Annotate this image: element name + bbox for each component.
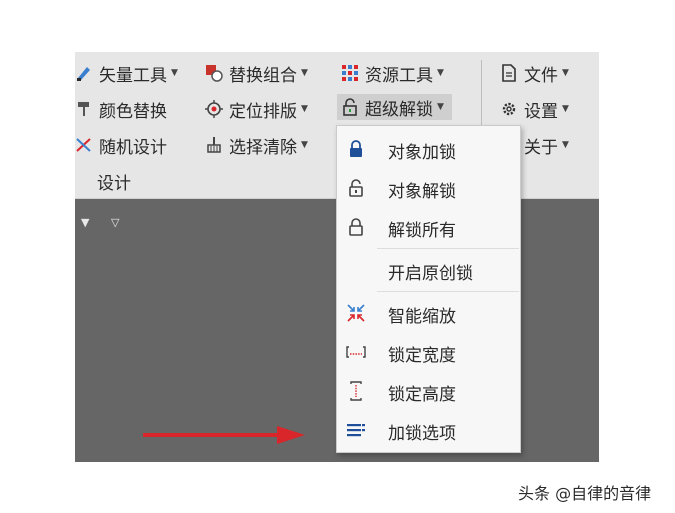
ribbon-button-random-design[interactable]: 随机设计: [75, 132, 167, 158]
lock-height-icon: [346, 381, 366, 401]
file-icon: [500, 64, 518, 82]
chevron-down-icon[interactable]: ▼: [562, 68, 569, 78]
ribbon-label: 定位排版: [229, 101, 297, 122]
chevron-down-icon[interactable]: ▼: [171, 68, 178, 78]
paint-roller-icon: [75, 100, 93, 118]
ribbon-separator: [481, 60, 482, 130]
ribbon-label: 随机设计: [99, 137, 167, 158]
menu-separator: [377, 291, 519, 292]
menu-item-unlock-all[interactable]: 解锁所有: [337, 211, 520, 243]
menu-item-label: 锁定高度: [388, 385, 456, 405]
smart-scale-icon: [346, 303, 366, 323]
menu-item-label: 解锁所有: [388, 221, 456, 241]
menu-item-lock-height[interactable]: 锁定高度: [337, 375, 520, 407]
ribbon-label: 选择清除: [229, 137, 297, 158]
chevron-down-icon[interactable]: ▼: [437, 68, 444, 78]
menu-item-label: 加锁选项: [388, 424, 456, 444]
ribbon-label: 超级解锁: [365, 99, 433, 120]
replace-group-icon: [205, 64, 223, 82]
menu-item-smart-scale[interactable]: 智能缩放: [337, 297, 520, 329]
ribbon-group-label: 设计: [97, 174, 131, 194]
unlock-icon: [341, 98, 359, 116]
menu-item-lock-width[interactable]: 锁定宽度: [337, 336, 520, 368]
menu-item-lock-object[interactable]: 对象加锁: [337, 133, 520, 165]
ribbon-label: 设置: [524, 101, 558, 122]
menu-item-unlock-object[interactable]: 对象解锁: [337, 172, 520, 204]
chevron-down-icon[interactable]: ▼: [301, 68, 308, 78]
collapse-caret-icon[interactable]: ▽: [111, 216, 119, 229]
dropdown-caret-icon[interactable]: ▼: [81, 216, 89, 229]
menu-item-label: 锁定宽度: [388, 346, 456, 366]
ribbon-button-select-clear[interactable]: 选择清除 ▼: [205, 132, 308, 158]
menu-item-enable-original-lock[interactable]: 开启原创锁: [337, 254, 520, 286]
menu-item-lock-options[interactable]: 加锁选项: [337, 414, 520, 446]
chevron-down-icon[interactable]: ▼: [562, 104, 569, 114]
super-unlock-dropdown-menu: 对象加锁 对象解锁 解锁所有 开启原创锁 智能缩放 锁定宽度 锁定高度 加锁选项: [336, 125, 521, 453]
lock-width-icon: [346, 342, 366, 362]
ribbon-button-super-unlock[interactable]: 超级解锁 ▼: [337, 94, 452, 120]
gear-icon: [500, 100, 518, 118]
vector-tool-icon: [75, 64, 93, 82]
menu-item-label: 对象加锁: [388, 143, 456, 163]
menu-item-label: 智能缩放: [388, 307, 456, 327]
red-arrow-annotation: [143, 426, 305, 444]
target-icon: [205, 100, 223, 118]
broom-icon: [205, 136, 223, 154]
ribbon-label: 资源工具: [365, 65, 433, 86]
ribbon-button-position-layout[interactable]: 定位排版 ▼: [205, 96, 308, 122]
lock-closed-icon: [346, 139, 366, 159]
ribbon-button-settings[interactable]: 设置 ▼: [500, 96, 569, 122]
ribbon-button-file[interactable]: 文件 ▼: [500, 60, 569, 86]
chevron-down-icon[interactable]: ▼: [562, 140, 569, 150]
menu-separator: [377, 248, 519, 249]
ribbon-label: 关于: [524, 137, 558, 158]
chevron-down-icon[interactable]: ▼: [437, 102, 444, 112]
chevron-down-icon[interactable]: ▼: [301, 104, 308, 114]
ribbon-button-vector-tool[interactable]: 矢量工具 ▼: [75, 60, 178, 86]
ribbon-button-resource-tools[interactable]: 资源工具 ▼: [341, 60, 444, 86]
ribbon-label: 替换组合: [229, 65, 297, 86]
ribbon-label: 颜色替换: [99, 101, 167, 122]
list-options-icon: [346, 420, 366, 440]
lock-open-icon: [346, 178, 366, 198]
menu-item-label: 对象解锁: [388, 182, 456, 202]
ribbon-label: 文件: [524, 65, 558, 86]
chevron-down-icon[interactable]: ▼: [301, 140, 308, 150]
ribbon-button-replace-group[interactable]: 替换组合 ▼: [205, 60, 308, 86]
ribbon-label: 矢量工具: [99, 65, 167, 86]
menu-item-label: 开启原创锁: [388, 264, 473, 284]
shuffle-icon: [75, 136, 93, 154]
ribbon-button-color-replace[interactable]: 颜色替换: [75, 96, 167, 122]
resource-grid-icon: [341, 64, 359, 82]
unlock-all-icon: [346, 217, 366, 237]
watermark: 头条 @自律的音律: [518, 484, 652, 503]
